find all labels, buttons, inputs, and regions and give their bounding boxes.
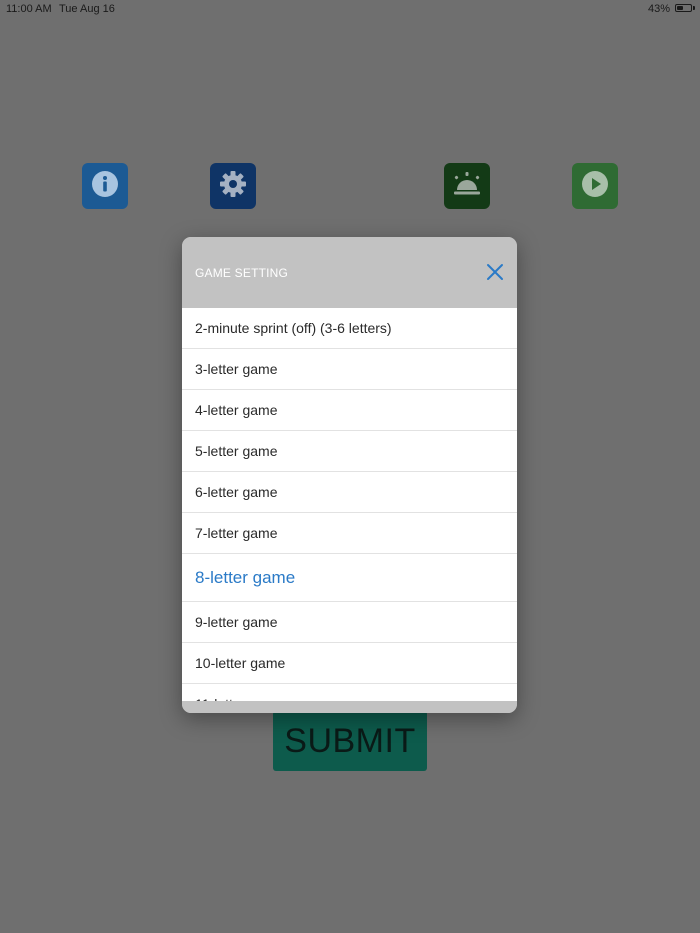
game-option-item[interactable]: 4-letter game <box>182 390 517 431</box>
battery-icon <box>675 4 692 12</box>
status-bar: 11:00 AM Tue Aug 16 43% <box>0 0 700 18</box>
play-button[interactable] <box>572 163 618 209</box>
game-setting-modal: GAME SETTING 2-minute sprint (off) (3-6 … <box>182 237 517 713</box>
game-option-item[interactable]: 9-letter game <box>182 602 517 643</box>
game-option-item[interactable]: 5-letter game <box>182 431 517 472</box>
game-option-item[interactable]: 6-letter game <box>182 472 517 513</box>
battery-level <box>677 6 683 10</box>
game-option-item[interactable]: 11-letter game <box>182 684 517 701</box>
battery-nub <box>693 6 695 10</box>
status-time: 11:00 AM <box>6 3 52 15</box>
play-icon <box>580 169 610 204</box>
game-option-item[interactable]: 10-letter game <box>182 643 517 684</box>
game-option-list[interactable]: 2-minute sprint (off) (3-6 letters) 3-let… <box>182 308 517 701</box>
game-option-item[interactable]: 7-letter game <box>182 513 517 554</box>
gear-icon <box>218 169 248 204</box>
settings-button[interactable] <box>210 163 256 209</box>
close-icon <box>486 263 504 286</box>
status-date: Tue Aug 16 <box>59 3 115 15</box>
game-option-item[interactable]: 8-letter game <box>182 554 517 602</box>
game-option-item[interactable]: 2-minute sprint (off) (3-6 letters) <box>182 308 517 349</box>
game-option-item[interactable]: 3-letter game <box>182 349 517 390</box>
modal-footer <box>182 701 517 713</box>
modal-header: GAME SETTING <box>182 237 517 308</box>
modal-title: GAME SETTING <box>195 266 289 280</box>
bell-button[interactable] <box>444 163 490 209</box>
submit-button[interactable]: SUBMIT <box>273 711 427 771</box>
info-button[interactable] <box>82 163 128 209</box>
close-button[interactable] <box>483 262 507 286</box>
service-bell-icon <box>451 169 483 204</box>
battery-percentage: 43% <box>647 3 670 15</box>
info-icon <box>90 169 120 204</box>
